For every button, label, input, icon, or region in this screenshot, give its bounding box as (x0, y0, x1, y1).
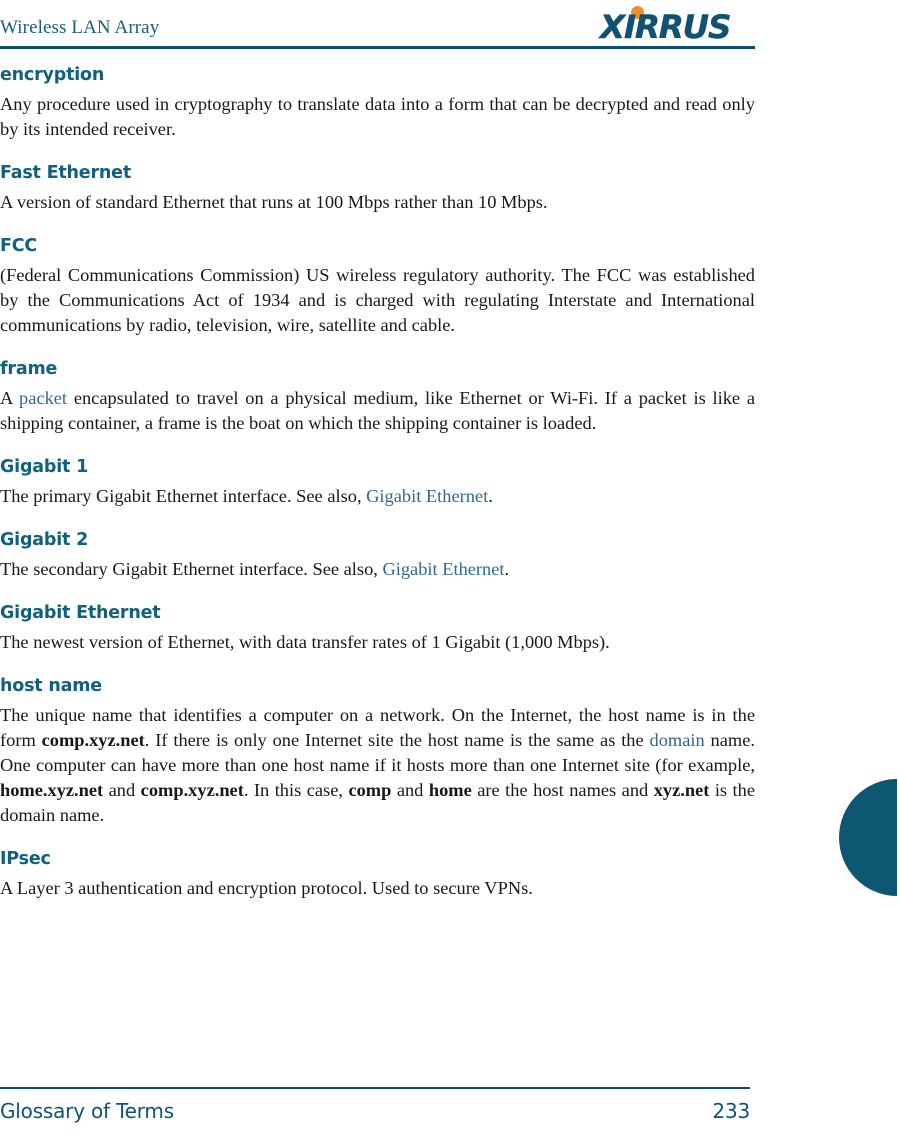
glossary-definition: The secondary Gigabit Ethernet interface… (0, 557, 755, 582)
glossary-definition: A Layer 3 authentication and encryption … (0, 876, 755, 901)
definition-text: (Federal Communications Commission) US w… (0, 265, 755, 335)
glossary-definition: A packet encapsulated to travel on a phy… (0, 386, 755, 436)
emphasis-text: comp (348, 780, 392, 800)
definition-text: A Layer 3 authentication and encryption … (0, 878, 533, 898)
cross-reference-link[interactable]: Gigabit Ethernet (366, 486, 488, 506)
glossary-entry: Gigabit 2 The secondary Gigabit Ethernet … (0, 529, 755, 582)
definition-text: . (488, 486, 493, 506)
logo-wordmark: XIRRUS (600, 8, 732, 46)
glossary-definition: The unique name that identifies a comput… (0, 703, 755, 828)
glossary-content: encryption Any procedure used in cryptogr… (0, 64, 755, 901)
glossary-definition: A version of standard Ethernet that runs… (0, 190, 755, 215)
definition-text: . (504, 559, 510, 579)
definition-text: . In this case, (243, 780, 349, 800)
glossary-entry: encryption Any procedure used in cryptogr… (0, 64, 755, 142)
cross-reference-link[interactable]: packet (19, 388, 67, 408)
glossary-term-heading: encryption (0, 65, 105, 85)
glossary-definition: (Federal Communications Commission) US w… (0, 263, 755, 338)
page-footer: Glossary of Terms 233 (0, 1087, 750, 1137)
header-title: Wireless LAN Array (0, 17, 160, 38)
glossary-entry: Gigabit 1 The primary Gigabit Ethernet in… (0, 456, 755, 509)
glossary-entry: Fast Ethernet A version of standard Ether… (0, 162, 755, 215)
definition-text: The primary Gigabit Ethernet interface. … (0, 486, 367, 506)
glossary-entry: IPsec A Layer 3 authentication and encryp… (0, 848, 755, 901)
glossary-definition: Any procedure used in cryptography to tr… (0, 92, 755, 142)
definition-text: and (391, 780, 429, 800)
cross-reference-link[interactable]: Gigabit Ethernet (382, 559, 504, 579)
footer-page-number: 233 (712, 1099, 750, 1123)
glossary-term-heading: Gigabit 1 (0, 457, 89, 477)
definition-text: A (0, 388, 20, 408)
emphasis-text: xyz.net (653, 780, 710, 800)
page-side-tab-marker (839, 779, 897, 896)
emphasis-text: home (428, 780, 472, 800)
footer-divider (0, 1087, 750, 1089)
emphasis-text: comp.xyz.net (140, 780, 244, 800)
cross-reference-link[interactable]: domain (650, 730, 705, 750)
glossary-term-heading: frame (0, 359, 58, 379)
definition-text: are the host names and (471, 780, 654, 800)
definition-text: encapsulated to travel on a physical med… (0, 388, 756, 433)
definition-text: and (103, 780, 141, 800)
glossary-term-heading: IPsec (0, 849, 51, 869)
glossary-definition: The newest version of Ethernet, with dat… (0, 630, 755, 655)
definition-text: The newest version of Ethernet, with dat… (0, 632, 610, 652)
glossary-definition: The primary Gigabit Ethernet interface. … (0, 484, 755, 509)
glossary-entry: frame A packet encapsulated to travel on … (0, 358, 755, 436)
xirrus-logo: XIRRUS (600, 6, 756, 46)
glossary-term-heading: Gigabit Ethernet (0, 603, 161, 623)
definition-text: . If there is only one Internet site the… (144, 730, 650, 750)
emphasis-text: comp.xyz.net (41, 730, 145, 750)
glossary-term-heading: FCC (0, 236, 38, 256)
glossary-term-heading: Fast Ethernet (0, 163, 131, 183)
glossary-entry: host name The unique name that identifies… (0, 675, 755, 828)
glossary-term-heading: Gigabit 2 (0, 530, 89, 550)
definition-text: Any procedure used in cryptography to tr… (0, 94, 755, 139)
document-page: Wireless LAN Array XIRRUS encryption Any … (0, 0, 899, 1138)
glossary-entry: FCC (Federal Communications Commission) U… (0, 235, 755, 338)
footer-section-label: Glossary of Terms (0, 1099, 174, 1123)
header-divider (0, 46, 755, 49)
glossary-entry: Gigabit Ethernet The newest version of Et… (0, 602, 755, 655)
definition-text: The secondary Gigabit Ethernet interface… (0, 559, 383, 579)
definition-text: A version of standard Ethernet that runs… (0, 192, 548, 212)
glossary-term-heading: host name (0, 676, 102, 696)
emphasis-text: home.xyz.net (0, 780, 104, 800)
